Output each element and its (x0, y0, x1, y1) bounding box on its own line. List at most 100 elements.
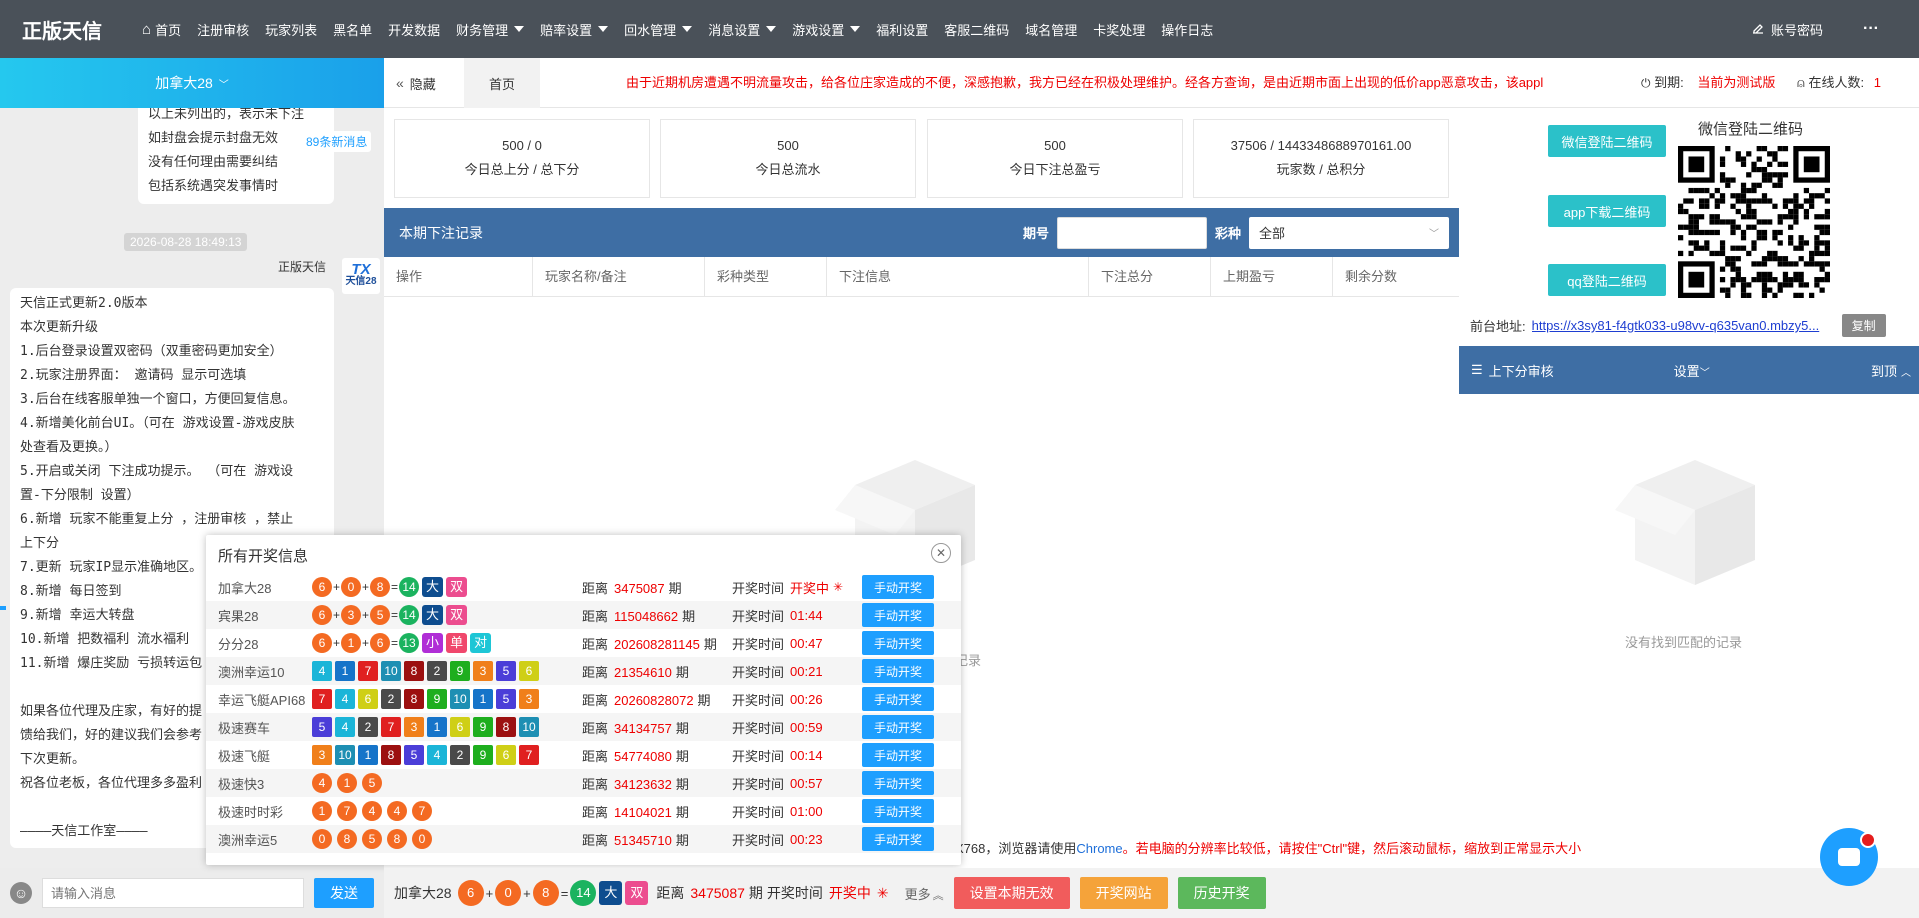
draw-time: 开奖时间 00:57 (732, 774, 862, 793)
more-results-button[interactable]: 更多 ︽ (905, 884, 944, 903)
audit-empty-text: 没有找到匹配的记录 (1625, 635, 1743, 650)
qq-qr-button[interactable]: qq登陆二维码 (1548, 264, 1666, 296)
draw-time: 开奖时间 00:14 (732, 746, 862, 765)
draw-time-label: 开奖时间 (732, 804, 785, 820)
column-header[interactable]: 操作 (384, 257, 533, 297)
send-button[interactable]: 发送 (314, 878, 374, 908)
draw-history-button[interactable]: 历史开奖 (1177, 877, 1266, 909)
app-download-qr-button[interactable]: app下载二维码 (1548, 195, 1666, 227)
number-ball: 6 (457, 880, 484, 906)
nav-item[interactable]: 玩家列表 (257, 20, 325, 39)
nav-item[interactable]: 操作日志 (1153, 20, 1221, 39)
scroll-top-button[interactable]: 到顶 ︿ (1871, 361, 1911, 380)
nav-item[interactable]: 财务管理 (448, 20, 532, 39)
draw-result-row: 加拿大28 6 +0 +8 = 14 大双距离 3475087 期开奖时间 开奖中 ✳ 手动开奖 (206, 573, 961, 601)
number-square: 3 (312, 745, 332, 765)
expire-value: 当前为测试版 (1697, 75, 1776, 90)
more-menu-button[interactable]: ··· (1863, 20, 1879, 38)
lottery-select[interactable]: 全部 ﹀ (1249, 216, 1449, 249)
nav-item[interactable]: 游戏设置 (784, 20, 868, 39)
number-square: 2 (427, 661, 447, 681)
draw-result-row: 极速飞艇 3 10 1 8 5 4 2 9 6 7 距离 54774080 期开奖时间 00:14 手动开奖 (206, 741, 961, 769)
nav-item[interactable]: 卡奖处理 (1085, 20, 1153, 39)
nav-item-label: 开发数据 (388, 22, 441, 38)
nav-item-label: 游戏设置 (792, 22, 845, 38)
stat-value: 500 (1044, 138, 1066, 153)
chat-scroll-indicator[interactable] (0, 606, 6, 610)
column-header[interactable]: 上期盈亏 (1211, 257, 1333, 297)
close-icon[interactable]: ✕ (931, 543, 951, 563)
countdown-period: 距离 20260828072 期 (582, 690, 732, 709)
manual-draw-button[interactable]: 手动开奖 (862, 771, 934, 795)
nav-item-label: 福利设置 (876, 22, 929, 38)
manual-draw-button[interactable]: 手动开奖 (862, 827, 934, 851)
stat-card: 500 / 0 今日总上分 / 总下分 (394, 119, 650, 198)
chat-line: 4.新增美化前台UI。（可在 游戏设置-游戏皮肤 (20, 416, 295, 431)
nav-item[interactable]: 福利设置 (868, 20, 936, 39)
manual-draw-button[interactable]: 手动开奖 (862, 575, 934, 599)
database-icon: ☰ (1471, 362, 1483, 377)
caret-down-icon (598, 26, 609, 32)
manual-draw-button[interactable]: 手动开奖 (862, 715, 934, 739)
distance-label: 距离 (582, 608, 609, 624)
period-number: 54774080 (614, 748, 672, 764)
period-number: 20260828072 (614, 692, 694, 708)
nav-item[interactable]: 注册审核 (189, 20, 257, 39)
column-header[interactable]: 下注总分 (1089, 257, 1211, 297)
account-password-link[interactable]: 账号密码 (1751, 20, 1823, 39)
column-header[interactable]: 彩种类型 (705, 257, 827, 297)
draw-time-label: 开奖时间 (732, 664, 785, 680)
chat-message-input[interactable] (42, 878, 304, 908)
nav-item[interactable]: 开发数据 (380, 20, 448, 39)
stat-label: 今日总上分 / 总下分 (464, 162, 580, 177)
draw-website-button[interactable]: 开奖网站 (1079, 877, 1168, 909)
nav-item[interactable]: 黑名单 (325, 20, 380, 39)
floating-chat-button[interactable] (1820, 828, 1878, 886)
column-header[interactable]: 剩余分数 (1333, 257, 1459, 297)
current-user-dropdown[interactable]: 加拿大28 ﹀ (0, 58, 384, 108)
number-ball: 8 (370, 577, 391, 597)
nav-item[interactable]: ⌂ 首页 (134, 20, 189, 39)
nav-item[interactable]: 客服二维码 (936, 20, 1017, 39)
wechat-qr-button[interactable]: 微信登陆二维码 (1548, 125, 1666, 157)
chat-line: 1.后台登录设置双密码（双重密码更加安全） (20, 344, 283, 359)
nav-item[interactable]: 赔率设置 (532, 20, 616, 39)
draw-time-label: 开奖时间 (732, 636, 785, 652)
settings-dropdown[interactable]: 设置﹀ (1674, 361, 1710, 380)
bet-records-header: 本期下注记录 期号 彩种 全部 ﹀ (384, 208, 1459, 257)
frontend-address-link[interactable]: https://x3sy81-f4gtk033-u98vv-q635van0.m… (1532, 318, 1828, 333)
new-messages-badge[interactable]: 89条新消息 (302, 131, 372, 152)
column-header[interactable]: 下注信息 (827, 257, 1089, 297)
operator-symbol: + (333, 580, 341, 594)
column-header[interactable]: 玩家名称/备注 (533, 257, 705, 297)
draw-time-value: 开奖中 (790, 580, 830, 596)
number-ball: 7 (412, 801, 432, 821)
number-square: 2 (358, 717, 378, 737)
game-name: 加拿大28 (218, 580, 272, 596)
manual-draw-button[interactable]: 手动开奖 (862, 603, 934, 627)
manual-draw-button[interactable]: 手动开奖 (862, 631, 934, 655)
power-icon: ⏻ (1641, 76, 1651, 90)
manual-draw-button[interactable]: 手动开奖 (862, 799, 934, 823)
manual-draw-button[interactable]: 手动开奖 (862, 687, 934, 711)
manual-draw-button[interactable]: 手动开奖 (862, 659, 934, 683)
stat-value: 500 / 0 (502, 138, 542, 153)
chrome-link[interactable]: Chrome (1076, 841, 1122, 856)
frontend-address-label: 前台地址: (1470, 319, 1526, 334)
draw-time-value: 00:57 (790, 775, 823, 791)
stat-value: 37506 / 1443348688970161.00 (1230, 138, 1412, 153)
set-period-invalid-button[interactable]: 设置本期无效 (953, 877, 1070, 909)
period-input[interactable] (1056, 216, 1207, 249)
emoji-icon[interactable]: ☺ (10, 882, 32, 904)
manual-draw-button[interactable]: 手动开奖 (862, 743, 934, 767)
nav-item[interactable]: 回水管理 (616, 20, 700, 39)
game-name: 宾果28 (218, 608, 259, 624)
nav-item[interactable]: 消息设置 (700, 20, 784, 39)
nav-item[interactable]: 域名管理 (1017, 20, 1085, 39)
draw-result-row: 极速时时彩 1 7 4 4 7 距离 14104021 期开奖时间 01:00 手动开奖 (206, 797, 961, 825)
tab-home[interactable]: 首页 (464, 58, 540, 108)
number-square: 3 (404, 717, 424, 737)
copy-button[interactable]: 复制 (1841, 314, 1886, 337)
hide-sidebar-button[interactable]: « 隐藏 (396, 58, 464, 108)
number-ball: 1 (312, 801, 332, 821)
